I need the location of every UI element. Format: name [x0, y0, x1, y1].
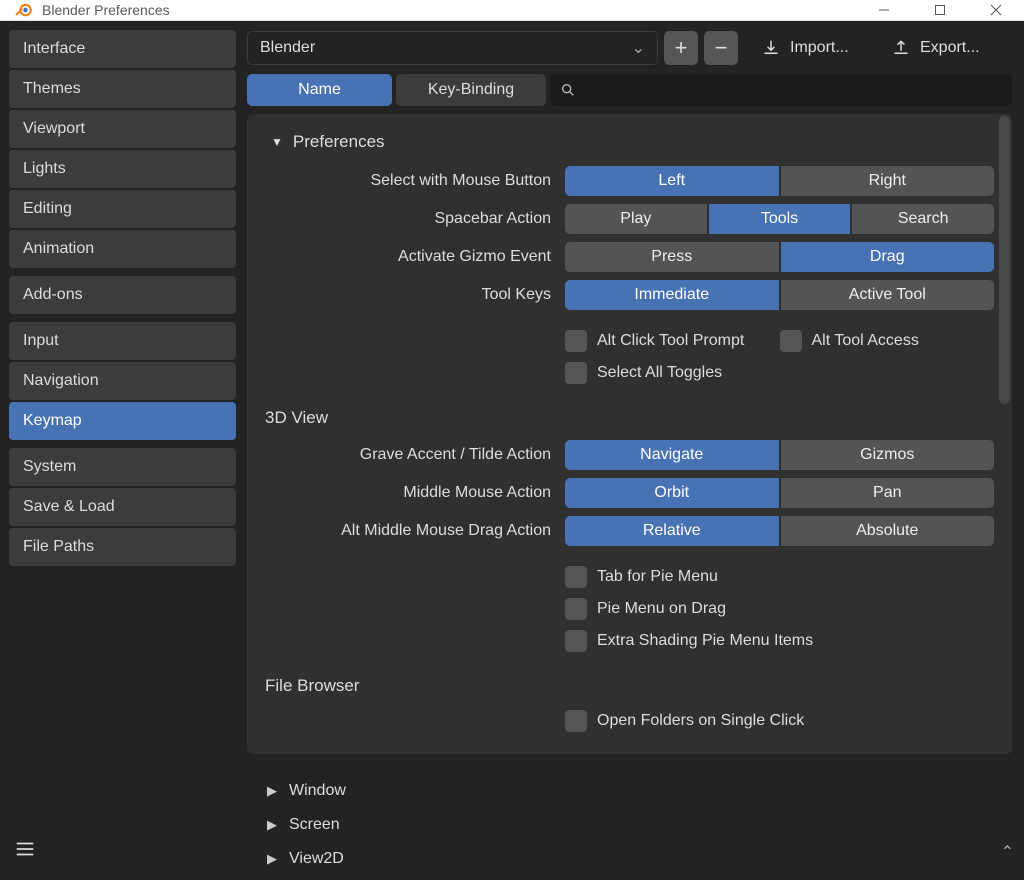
extra-shading-pie-label: Extra Shading Pie Menu Items: [597, 632, 813, 650]
middle-pan[interactable]: Pan: [781, 478, 995, 508]
tool-keys-label: Tool Keys: [265, 286, 565, 304]
sidebar-item-navigation[interactable]: Navigation: [9, 362, 236, 400]
import-button[interactable]: Import...: [758, 31, 882, 65]
export-button[interactable]: Export...: [888, 31, 1012, 65]
triangle-down-icon: ▼: [271, 135, 283, 149]
alt-click-tool-prompt-label: Alt Click Tool Prompt: [597, 332, 744, 350]
select-with-left[interactable]: Left: [565, 166, 779, 196]
sidebar-item-themes[interactable]: Themes: [9, 70, 236, 108]
open-folders-single-click-label: Open Folders on Single Click: [597, 712, 804, 730]
altmid-relative[interactable]: Relative: [565, 516, 779, 546]
keymap-preset-value: Blender: [260, 39, 315, 57]
tab-name[interactable]: Name: [247, 74, 392, 106]
gizmo-event-label: Activate Gizmo Event: [265, 248, 565, 266]
section-window[interactable]: ▶ Window: [247, 774, 1012, 808]
search-input[interactable]: [550, 74, 1012, 106]
scrollbar[interactable]: [999, 116, 1010, 404]
alt-tool-access-checkbox[interactable]: [780, 330, 802, 352]
grave-gizmos[interactable]: Gizmos: [781, 440, 995, 470]
altmid-absolute[interactable]: Absolute: [781, 516, 995, 546]
pie-menu-drag-checkbox[interactable]: [565, 598, 587, 620]
select-all-toggles-label: Select All Toggles: [597, 364, 722, 382]
keymap-preset-dropdown[interactable]: Blender ⌄: [247, 31, 658, 65]
sidebar-item-save-load[interactable]: Save & Load: [9, 488, 236, 526]
tab-pie-menu-checkbox[interactable]: [565, 566, 587, 588]
gizmo-drag[interactable]: Drag: [781, 242, 995, 272]
menu-button[interactable]: [9, 833, 41, 865]
middle-orbit[interactable]: Orbit: [565, 478, 779, 508]
select-with-right[interactable]: Right: [781, 166, 995, 196]
sidebar-item-addons[interactable]: Add-ons: [9, 276, 236, 314]
preferences-section-toggle[interactable]: ▼ Preferences: [271, 132, 994, 152]
minimize-button[interactable]: [856, 0, 912, 20]
sidebar-item-animation[interactable]: Animation: [9, 230, 236, 268]
sidebar-item-editing[interactable]: Editing: [9, 190, 236, 228]
spacebar-tools[interactable]: Tools: [709, 204, 851, 234]
3d-view-heading: 3D View: [265, 408, 994, 428]
select-all-toggles-checkbox[interactable]: [565, 362, 587, 384]
grave-navigate[interactable]: Navigate: [565, 440, 779, 470]
maximize-button[interactable]: [912, 0, 968, 20]
keymap-sections: ▶ Window ▶ Screen ▶ View2D: [247, 770, 1012, 880]
chevron-down-icon: ⌄: [632, 38, 645, 58]
keymap-scroll-area: ▼ Preferences Select with Mouse Button L…: [247, 114, 1012, 754]
triangle-right-icon: ▶: [267, 817, 277, 833]
spacebar-action-label: Spacebar Action: [265, 210, 565, 228]
main-panel: Blender ⌄ + − Import... Export... Name K…: [245, 21, 1024, 880]
section-view2d[interactable]: ▶ View2D: [247, 842, 1012, 876]
gizmo-press[interactable]: Press: [565, 242, 779, 272]
triangle-right-icon: ▶: [267, 783, 277, 799]
window-title: Blender Preferences: [42, 2, 856, 18]
alt-tool-access-label: Alt Tool Access: [812, 332, 919, 350]
sidebar-item-keymap[interactable]: Keymap: [9, 402, 236, 440]
triangle-right-icon: ▶: [267, 851, 277, 867]
tab-keybinding[interactable]: Key-Binding: [396, 74, 546, 106]
toolkeys-immediate[interactable]: Immediate: [565, 280, 779, 310]
sidebar-item-system[interactable]: System: [9, 448, 236, 486]
middle-mouse-label: Middle Mouse Action: [265, 484, 565, 502]
tab-pie-menu-label: Tab for Pie Menu: [597, 568, 718, 586]
close-button[interactable]: [968, 0, 1024, 20]
remove-preset-button[interactable]: −: [704, 31, 738, 65]
sidebar-item-viewport[interactable]: Viewport: [9, 110, 236, 148]
sidebar-item-lights[interactable]: Lights: [9, 150, 236, 188]
toolkeys-active[interactable]: Active Tool: [781, 280, 995, 310]
sidebar-item-file-paths[interactable]: File Paths: [9, 528, 236, 566]
file-browser-heading: File Browser: [265, 676, 994, 696]
titlebar: Blender Preferences: [0, 0, 1024, 21]
sidebar-item-interface[interactable]: Interface: [9, 30, 236, 68]
sidebar: Interface Themes Viewport Lights Editing…: [0, 21, 245, 880]
select-with-mouse-label: Select with Mouse Button: [265, 172, 565, 190]
sidebar-item-input[interactable]: Input: [9, 322, 236, 360]
extra-shading-pie-checkbox[interactable]: [565, 630, 587, 652]
chevron-up-icon[interactable]: ⌃: [1001, 842, 1014, 862]
spacebar-search[interactable]: Search: [852, 204, 994, 234]
alt-click-tool-prompt-checkbox[interactable]: [565, 330, 587, 352]
open-folders-single-click-checkbox[interactable]: [565, 710, 587, 732]
alt-middle-drag-label: Alt Middle Mouse Drag Action: [265, 522, 565, 540]
grave-accent-label: Grave Accent / Tilde Action: [265, 446, 565, 464]
section-screen[interactable]: ▶ Screen: [247, 808, 1012, 842]
add-preset-button[interactable]: +: [664, 31, 698, 65]
blender-logo: [14, 0, 34, 20]
pie-menu-drag-label: Pie Menu on Drag: [597, 600, 726, 618]
spacebar-play[interactable]: Play: [565, 204, 707, 234]
